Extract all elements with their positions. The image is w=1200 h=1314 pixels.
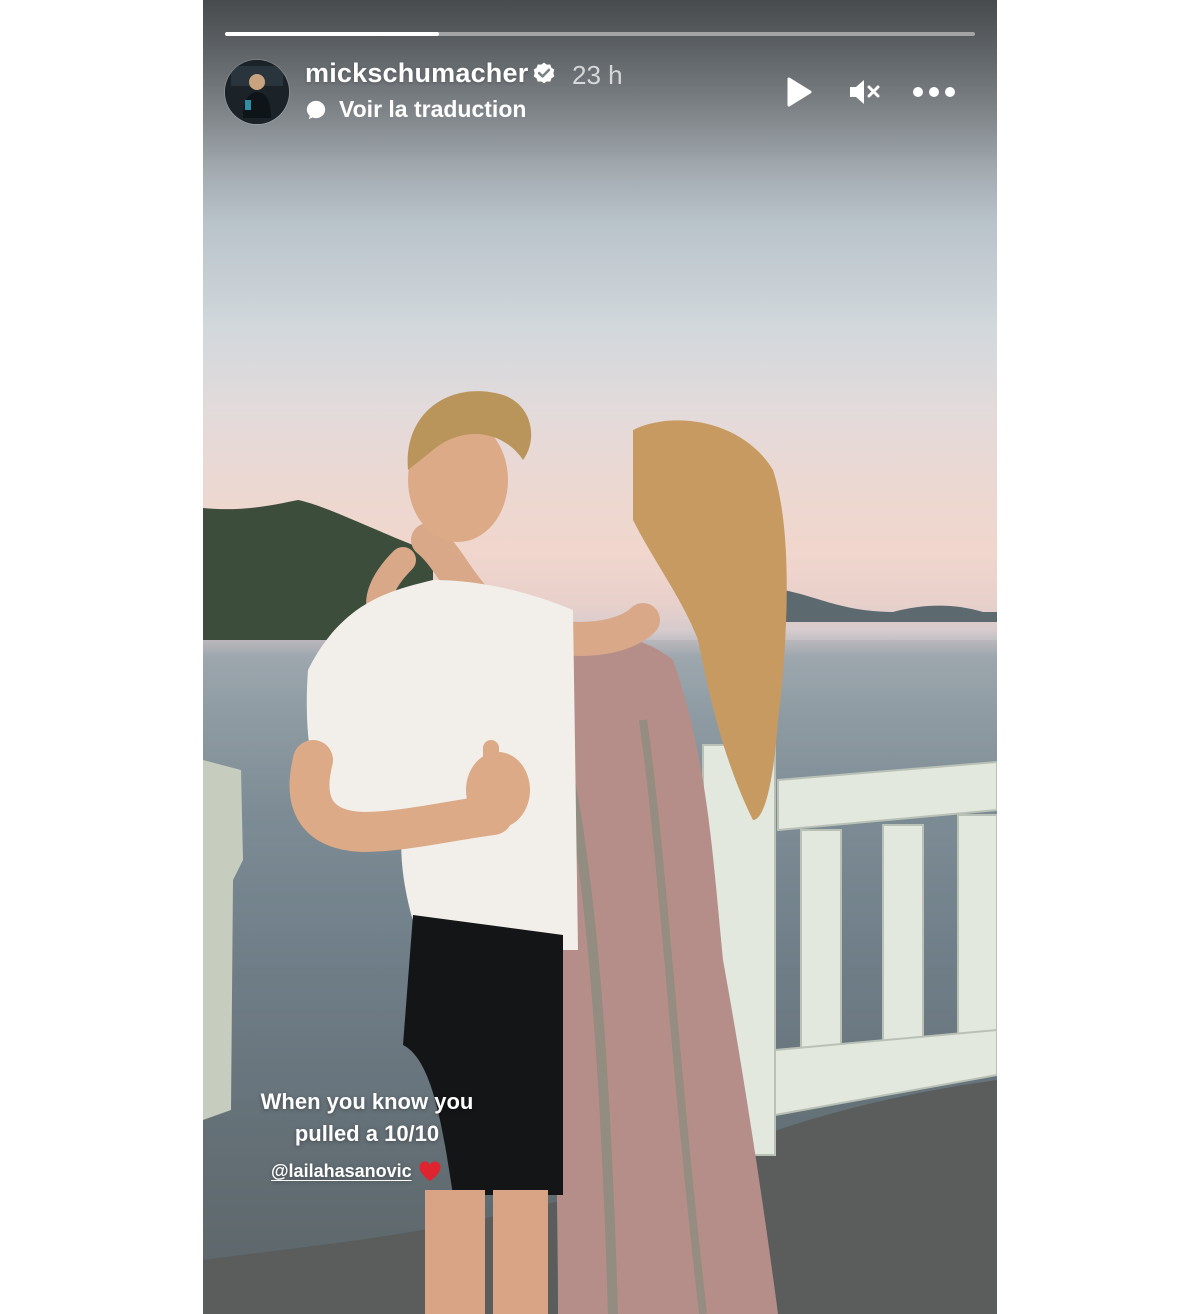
- post-time: 23 h: [572, 60, 623, 90]
- avatar-image: [225, 60, 289, 124]
- mention-tag[interactable]: @lailahasanovic: [271, 1160, 442, 1182]
- mention-handle[interactable]: @lailahasanovic: [271, 1161, 412, 1182]
- speaker-muted-icon: [850, 80, 880, 104]
- story-progress-bar: [225, 32, 975, 36]
- play-button[interactable]: [782, 72, 816, 112]
- caption-line-1: When you know you: [260, 1089, 474, 1114]
- hill-right: [783, 590, 997, 622]
- username[interactable]: mickschumacher: [305, 58, 528, 89]
- mute-button[interactable]: [845, 72, 883, 112]
- story-viewer[interactable]: mickschumacher 23 h Voir la traduction W…: [203, 0, 997, 1314]
- play-icon: [787, 77, 812, 107]
- avatar[interactable]: [225, 60, 289, 124]
- translate-label: Voir la traduction: [339, 96, 527, 122]
- man-shorts: [403, 915, 563, 1195]
- caption-line-2: pulled a 10/10: [294, 1121, 440, 1146]
- more-options-button[interactable]: [911, 72, 957, 112]
- translate-bubble-icon: [306, 100, 326, 119]
- verified-badge-icon: [533, 62, 555, 84]
- more-dots-icon: [913, 87, 955, 97]
- translate-button[interactable]: Voir la traduction: [305, 96, 526, 123]
- story-photo: [203, 0, 997, 1314]
- heart-icon: [419, 1161, 441, 1181]
- story-progress-fill: [225, 32, 439, 36]
